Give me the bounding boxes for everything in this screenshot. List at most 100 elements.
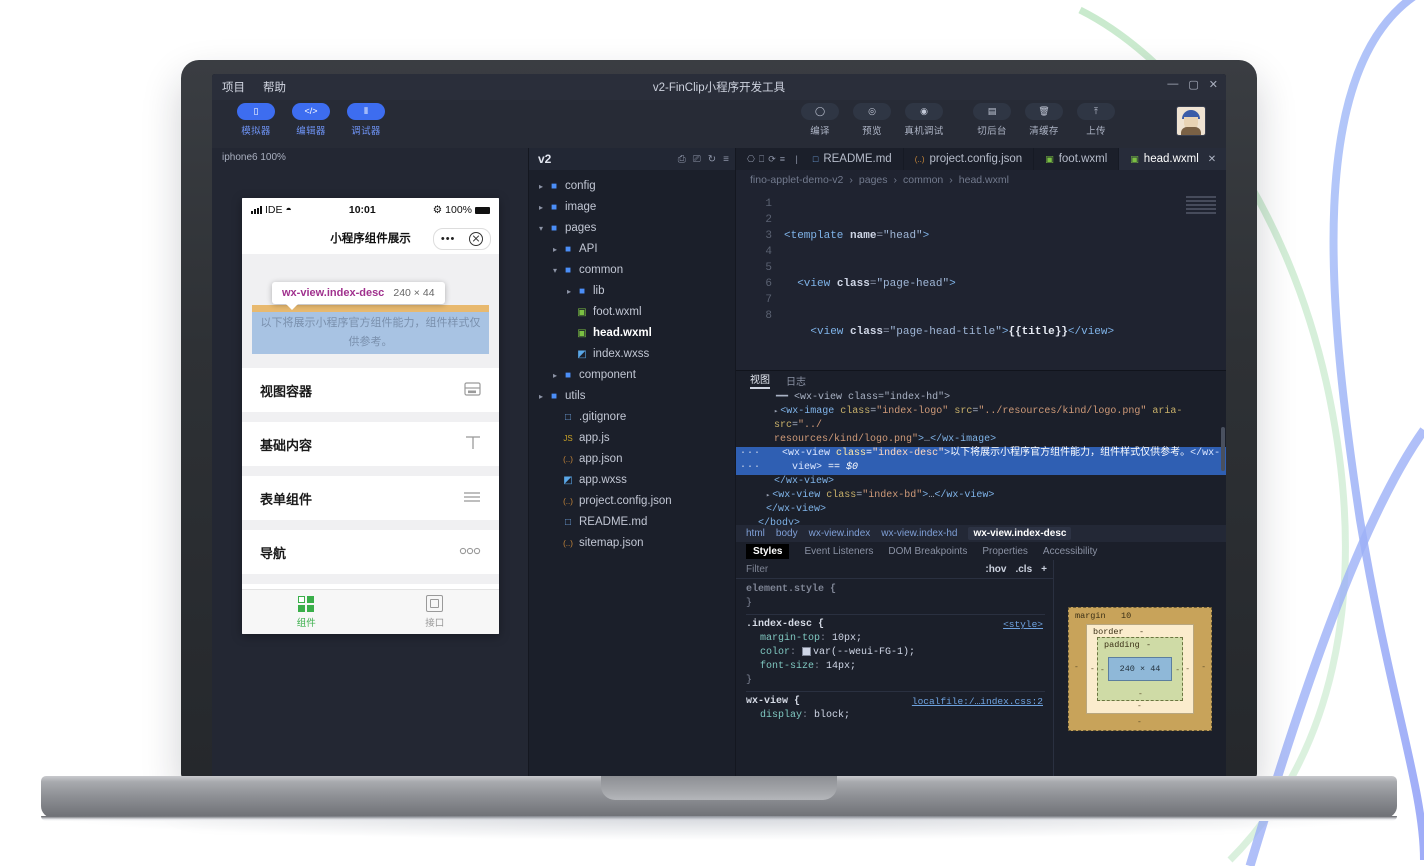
border-left-value[interactable]: - [1090, 665, 1095, 674]
chevron-icon[interactable]: ▸ [549, 239, 561, 260]
simulator-toggle-button[interactable]: ▯ 模拟器 [234, 103, 278, 137]
padding-bottom-value[interactable]: - [1138, 690, 1143, 699]
dom-line-selected-cont[interactable]: view> == $0 [736, 461, 1226, 475]
dom-line[interactable]: resources/kind/logo.png">…</wx-image> [736, 433, 1226, 447]
capsule-close-icon[interactable] [469, 232, 483, 246]
device-debug-button[interactable]: ◉ 真机调试 [902, 103, 946, 137]
box-model-content[interactable]: 240 × 44 [1108, 657, 1172, 681]
tab-components[interactable]: 组件 [242, 590, 371, 634]
file-tree-item[interactable]: (..)sitemap.json [529, 533, 735, 554]
box-model-border[interactable]: border - - - - padding - - [1086, 624, 1194, 714]
file-tree-item[interactable]: ▾■common [529, 260, 735, 281]
css-prop[interactable]: display [760, 710, 802, 721]
collapse-all-icon[interactable]: ≡ [723, 154, 729, 165]
clear-cache-button[interactable]: 🗑 清缓存 [1022, 103, 1066, 137]
new-file-icon[interactable]: ⎙ [678, 154, 686, 165]
minimap[interactable] [1186, 196, 1216, 222]
styles-tab-bar[interactable]: StylesEvent ListenersDOM BreakpointsProp… [736, 542, 1226, 560]
phone-capsule[interactable]: ••• [433, 228, 491, 250]
add-rule-button[interactable]: + [1041, 564, 1047, 575]
devtools-tab-log[interactable]: 日志 [786, 373, 806, 388]
code-lines[interactable]: <template name="head"> <view class="page… [784, 196, 1226, 370]
border-bottom-value[interactable]: - [1137, 702, 1142, 711]
upload-button[interactable]: ⤒ 上传 [1074, 103, 1118, 137]
refresh-icon[interactable]: ↻ [708, 154, 716, 165]
css-rule[interactable]: element.style { } [746, 583, 1045, 615]
css-value[interactable]: 14px; [826, 661, 856, 672]
css-prop[interactable]: font-size [760, 661, 814, 672]
dom-tree[interactable]: ━━ <wx-view class="index-hd"> ▸<wx-image… [736, 389, 1226, 525]
file-tree-item[interactable]: ▾■pages [529, 218, 735, 239]
css-value[interactable]: block; [814, 710, 850, 721]
dom-line[interactable]: ▸<wx-image class="index-logo" src="../re… [736, 405, 1226, 433]
list-item[interactable]: 表单组件 [242, 476, 499, 520]
css-prop[interactable]: margin-top [760, 633, 820, 644]
chevron-icon[interactable]: ▾ [535, 218, 547, 239]
css-rule-source[interactable]: localfile:/…index.css:2 [912, 695, 1043, 709]
devtools-tab-view[interactable]: 视图 [750, 371, 770, 389]
box-model-padding[interactable]: padding - - - - 240 × 44 [1097, 637, 1183, 701]
css-selector[interactable]: element.style { [746, 583, 1045, 597]
background-button[interactable]: ▤ 切后台 [970, 103, 1014, 137]
box-model-margin[interactable]: margin 10 - - - border - - - [1068, 607, 1212, 731]
chevron-icon[interactable]: ▸ [535, 176, 547, 197]
chevron-icon[interactable]: ▸ [535, 197, 547, 218]
phone-simulator[interactable]: IDE ◓ 10:01 ⚙ 100% 小程序组件展示 [242, 198, 499, 634]
editor-tab-bar[interactable]: ⎔⎕⟳≡ |□README.md(..)project.config.json▣… [736, 148, 1226, 170]
file-tree-item[interactable]: JSapp.js [529, 428, 735, 449]
maximize-icon[interactable]: ▢ [1188, 78, 1198, 91]
css-declaration[interactable]: color: var(--weui-FG-1); [746, 646, 1045, 660]
file-tree-item[interactable]: ▸■config [529, 176, 735, 197]
list-item[interactable]: 基础内容 [242, 422, 499, 466]
dom-line-selected[interactable]: <wx-view class="index-desc">以下将展示小程序官方组件… [736, 447, 1226, 461]
filter-input[interactable]: Filter [746, 564, 985, 575]
dom-breadcrumb-item[interactable]: wx-view.index [809, 528, 871, 539]
list-item[interactable]: 视图容器 [242, 368, 499, 412]
file-tree-item[interactable]: ▸■API [529, 239, 735, 260]
css-value[interactable]: var(--weui-FG-1); [813, 647, 915, 658]
compile-button[interactable]: ◯ 编译 [798, 103, 842, 137]
chevron-icon[interactable]: ▸ [549, 365, 561, 386]
file-tree-item[interactable]: ◩index.wxss [529, 344, 735, 365]
css-prop[interactable]: color [760, 647, 790, 658]
minimize-icon[interactable]: — [1167, 78, 1178, 91]
hov-button[interactable]: :hov [985, 564, 1006, 575]
breadcrumb-item[interactable]: pages [859, 174, 888, 186]
debugger-toggle-button[interactable]: ⫴ 调试器 [344, 103, 388, 137]
margin-top-value[interactable]: 10 [1121, 611, 1131, 621]
breadcrumb-item[interactable]: common [903, 174, 943, 186]
color-swatch[interactable] [802, 647, 811, 656]
file-tree-item[interactable]: ▣foot.wxml [529, 302, 735, 323]
dom-breadcrumb[interactable]: htmlbodywx-view.indexwx-view.index-hdwx-… [736, 525, 1226, 542]
file-tree-item[interactable]: ◩app.wxss [529, 470, 735, 491]
styles-tab[interactable]: Event Listeners [804, 546, 873, 557]
cls-button[interactable]: .cls [1015, 564, 1032, 575]
padding-right-value[interactable]: - [1175, 666, 1180, 675]
css-value[interactable]: 10px; [832, 633, 862, 644]
devtools-tab-bar[interactable]: 视图 日志 [736, 371, 1226, 389]
margin-right-value[interactable]: - [1201, 663, 1206, 672]
preview-button[interactable]: ◎ 预览 [850, 103, 894, 137]
file-tree-item[interactable]: ▣head.wxml [529, 323, 735, 344]
close-icon[interactable]: ✕ [1209, 78, 1218, 91]
breadcrumb-item[interactable]: head.wxml [959, 174, 1009, 186]
padding-top-value[interactable]: - [1146, 640, 1151, 650]
dom-breadcrumb-item[interactable]: html [746, 528, 765, 539]
dom-scrollbar[interactable] [1221, 427, 1225, 471]
styles-tab[interactable]: Styles [746, 544, 789, 559]
file-tree-item[interactable]: □.gitignore [529, 407, 735, 428]
tab-close-icon[interactable]: ✕ [1208, 154, 1216, 165]
file-tree-item[interactable]: ▸■utils [529, 386, 735, 407]
css-declaration[interactable]: display: block; [746, 709, 1045, 723]
css-rule-source[interactable]: <style> [1003, 618, 1043, 632]
file-tree-item[interactable]: ▸■component [529, 365, 735, 386]
file-tree-item[interactable]: □README.md [529, 512, 735, 533]
dom-line[interactable]: ▸<wx-view class="index-bd">…</wx-view> [736, 489, 1226, 503]
css-selector[interactable]: .index-desc { [746, 618, 1045, 632]
editor-tab[interactable]: ▣foot.wxml [1034, 148, 1119, 170]
tab-api[interactable]: 接口 [371, 590, 500, 634]
dom-breadcrumb-item[interactable]: wx-view.index-hd [881, 528, 957, 539]
css-declaration[interactable]: margin-top: 10px; [746, 632, 1045, 646]
file-tree-item[interactable]: (..)project.config.json [529, 491, 735, 512]
index-desc-highlight[interactable]: 以下将展示小程序官方组件能力，组件样式仅供参考。 [252, 312, 489, 354]
